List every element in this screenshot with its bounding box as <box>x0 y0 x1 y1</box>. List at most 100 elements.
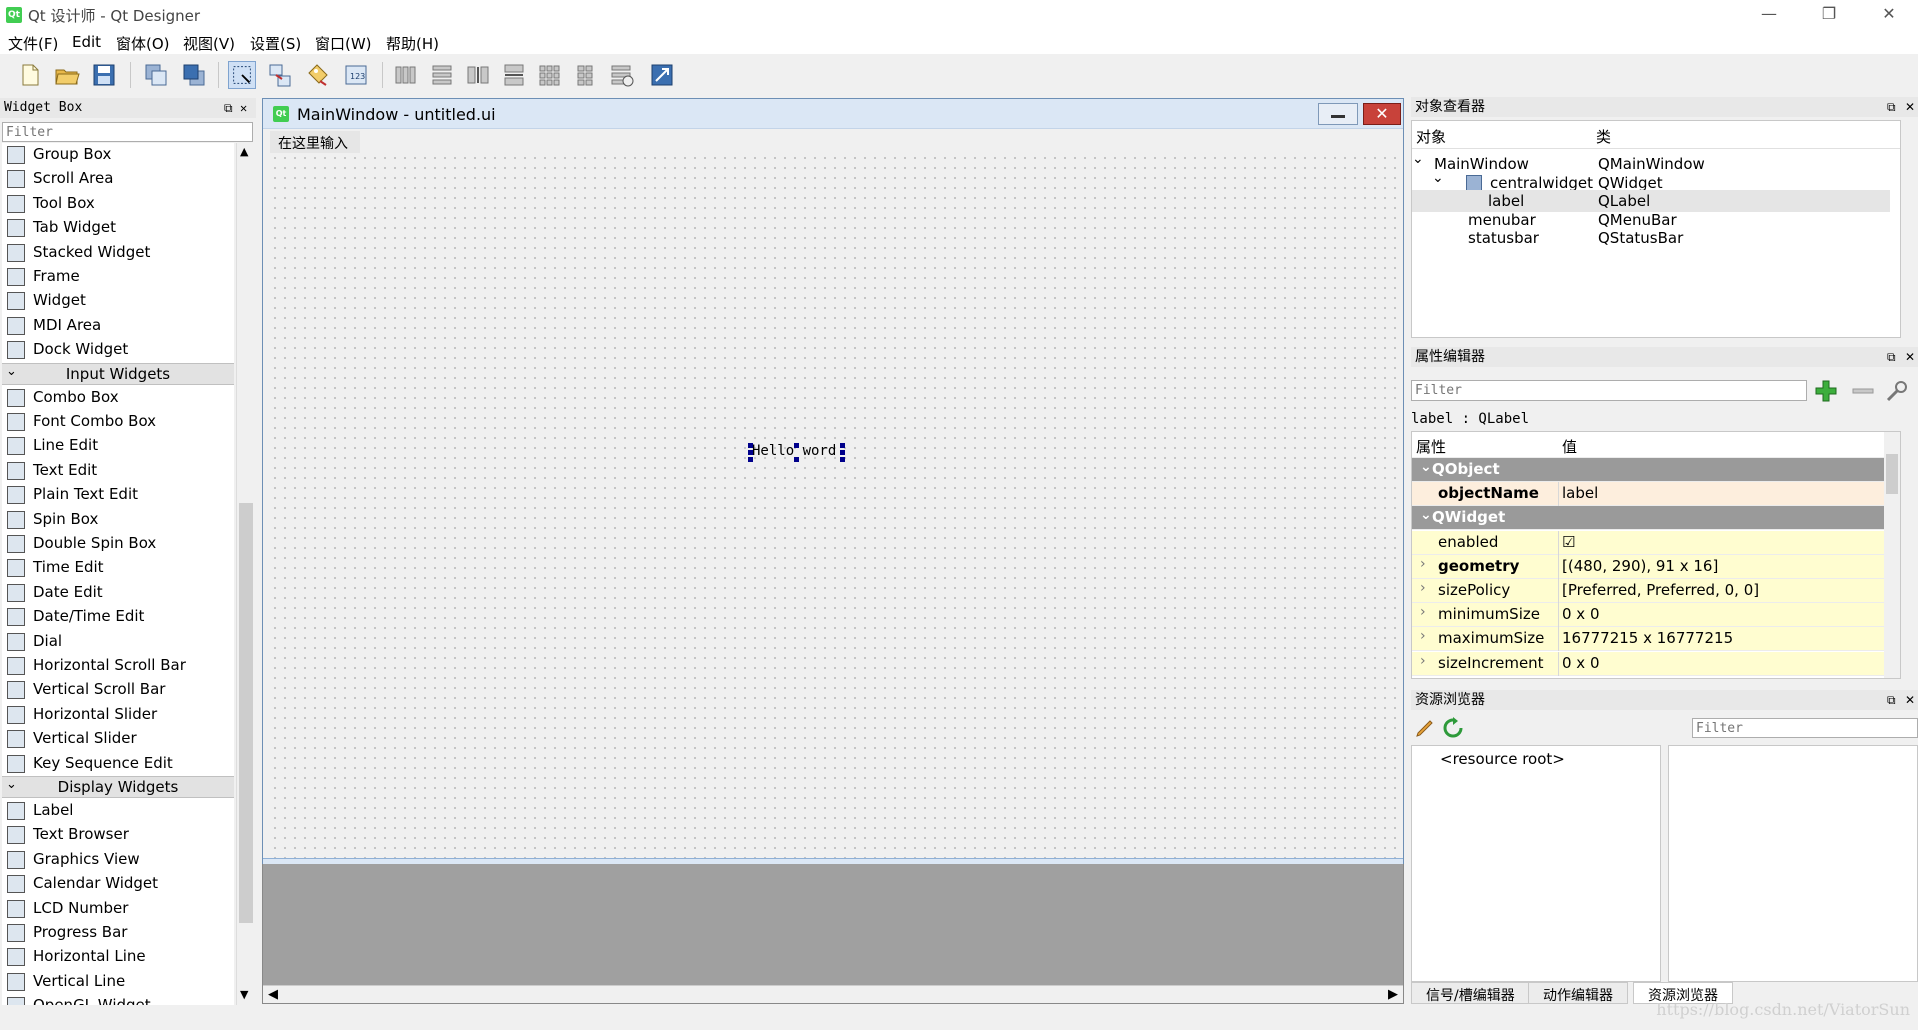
edit-widgets-icon[interactable] <box>228 61 256 89</box>
selection-handle[interactable] <box>840 450 845 455</box>
close-icon[interactable]: ✕ <box>1905 97 1915 117</box>
selection-handle[interactable] <box>748 450 753 455</box>
widget-category[interactable]: ⌄ Input Widgets <box>2 362 234 385</box>
widget-item[interactable]: LCD Number <box>2 897 234 921</box>
menu-file[interactable]: 文件(F) <box>8 33 58 54</box>
resource-root-item[interactable]: <resource root> <box>1440 750 1565 768</box>
chevron-right-icon[interactable]: › <box>1420 653 1426 669</box>
property-row[interactable]: › sizeIncrement 0 x 0 <box>1412 651 1900 676</box>
chevron-right-icon[interactable]: › <box>1420 580 1426 596</box>
scroll-thumb[interactable] <box>239 503 253 923</box>
form-menu-placeholder[interactable]: 在这里输入 <box>270 131 360 153</box>
property-row[interactable]: › sizePolicy [Preferred, Preferred, 0, 0] <box>1412 579 1900 603</box>
widget-item[interactable]: Time Edit <box>2 556 234 580</box>
property-row[interactable]: objectName label <box>1412 482 1900 507</box>
widget-item[interactable]: Label <box>2 799 234 823</box>
menu-form[interactable]: 窗体(O) <box>116 33 170 54</box>
widget-item[interactable]: OpenGL Widget <box>2 994 234 1005</box>
float-icon[interactable]: ⧉ <box>1887 347 1896 367</box>
widget-item[interactable]: Calendar Widget <box>2 872 234 896</box>
menu-settings[interactable]: 设置(S) <box>250 33 301 54</box>
chevron-down-icon[interactable]: ⌄ <box>1412 151 1424 167</box>
widget-box-scrollbar[interactable]: ▲ ▼ <box>236 143 254 1005</box>
widget-item[interactable]: Widget <box>2 289 234 313</box>
widget-item[interactable]: Tab Widget <box>2 216 234 240</box>
widget-item[interactable]: Horizontal Slider <box>2 703 234 727</box>
mdi-horizontal-scrollbar[interactable]: ◀ ▶ <box>263 985 1403 1003</box>
widget-item[interactable]: Spin Box <box>2 508 234 532</box>
scroll-down-icon[interactable]: ▼ <box>240 988 248 1001</box>
menu-help[interactable]: 帮助(H) <box>386 33 439 54</box>
layout-h-splitter-icon[interactable] <box>464 61 492 89</box>
selection-handle[interactable] <box>748 443 753 448</box>
property-row[interactable]: › maximumSize 16777215 x 16777215 <box>1412 627 1900 652</box>
layout-vertical-icon[interactable] <box>428 61 456 89</box>
maximize-button[interactable]: ❐ <box>1800 0 1858 30</box>
widget-box-filter-input[interactable] <box>2 122 253 142</box>
edit-buddies-icon[interactable] <box>304 61 332 89</box>
float-icon[interactable]: ⧉ <box>1887 97 1896 117</box>
chevron-down-icon[interactable]: ⌄ <box>1420 507 1432 523</box>
scroll-left-icon[interactable]: ◀ <box>268 987 278 1002</box>
layout-grid-icon[interactable] <box>536 61 564 89</box>
tab-signal-slot-editor[interactable]: 信号/槽编辑器 <box>1411 982 1530 1004</box>
widget-item[interactable]: Stacked Widget <box>2 241 234 265</box>
widget-item[interactable]: Progress Bar <box>2 921 234 945</box>
save-icon[interactable] <box>90 61 118 89</box>
widget-item[interactable]: Vertical Scroll Bar <box>2 678 234 702</box>
chevron-right-icon[interactable]: › <box>1420 556 1426 572</box>
chevron-right-icon[interactable]: › <box>1420 628 1426 644</box>
widget-item[interactable]: Graphics View <box>2 848 234 872</box>
widget-item[interactable]: MDI Area <box>2 314 234 338</box>
break-layout-icon[interactable] <box>608 61 636 89</box>
widget-item[interactable]: Date Edit <box>2 581 234 605</box>
edit-resources-pencil-icon[interactable] <box>1413 716 1437 740</box>
widget-item[interactable]: Text Edit <box>2 459 234 483</box>
add-dynamic-property-icon[interactable] <box>1813 378 1839 404</box>
widget-item[interactable]: Scroll Area <box>2 167 234 191</box>
widget-item[interactable]: Text Browser <box>2 823 234 847</box>
selection-handle[interactable] <box>748 457 753 462</box>
widget-item[interactable]: Horizontal Line <box>2 945 234 969</box>
configure-wrench-icon[interactable] <box>1884 378 1910 404</box>
menu-window[interactable]: 窗口(W) <box>315 33 372 54</box>
chevron-down-icon[interactable]: ⌄ <box>1420 459 1432 475</box>
widget-item[interactable]: Horizontal Scroll Bar <box>2 654 234 678</box>
layout-horizontal-icon[interactable] <box>392 61 420 89</box>
property-value[interactable]: [Preferred, Preferred, 0, 0] <box>1562 581 1759 599</box>
new-file-icon[interactable] <box>16 61 44 89</box>
widget-item[interactable]: Vertical Line <box>2 970 234 994</box>
form-close-button[interactable]: ✕ <box>1363 103 1401 125</box>
menu-view[interactable]: 视图(V) <box>183 33 235 54</box>
close-icon[interactable]: ✕ <box>1905 347 1915 367</box>
resource-filter-input[interactable] <box>1692 718 1918 738</box>
chevron-down-icon[interactable]: ⌄ <box>1432 170 1444 186</box>
widget-item[interactable]: Dock Widget <box>2 338 234 362</box>
minimize-button[interactable]: — <box>1740 0 1798 30</box>
edit-tab-order-icon[interactable]: 123 <box>342 61 370 89</box>
form-canvas[interactable] <box>270 153 1402 858</box>
property-group[interactable]: ⌄ QObject <box>1412 458 1900 482</box>
widget-item[interactable]: Line Edit <box>2 434 234 458</box>
widget-item[interactable]: Font Combo Box <box>2 410 234 434</box>
scroll-thumb[interactable] <box>1886 454 1898 494</box>
property-value[interactable]: 0 x 0 <box>1562 654 1600 672</box>
open-folder-icon[interactable] <box>53 61 81 89</box>
property-row[interactable]: › geometry [(480, 290), 91 x 16] <box>1412 554 1900 579</box>
widget-item[interactable]: Group Box <box>2 143 234 167</box>
layout-form-icon[interactable] <box>572 61 600 89</box>
reload-icon[interactable] <box>1441 716 1465 740</box>
widget-category[interactable]: ⌄ Display Widgets <box>2 776 234 798</box>
widget-item[interactable]: Vertical Slider <box>2 727 234 751</box>
widget-item[interactable]: Dial <box>2 630 234 654</box>
property-value[interactable]: 0 x 0 <box>1562 605 1600 623</box>
property-value[interactable]: [(480, 290), 91 x 16] <box>1562 557 1718 575</box>
layout-v-splitter-icon[interactable] <box>500 61 528 89</box>
adjust-size-icon[interactable] <box>648 61 676 89</box>
chevron-right-icon[interactable]: › <box>1420 604 1426 620</box>
scroll-right-icon[interactable]: ▶ <box>1388 987 1398 1002</box>
menu-edit[interactable]: Edit <box>72 33 101 51</box>
close-icon[interactable]: ✕ <box>1905 690 1915 710</box>
property-scrollbar[interactable] <box>1884 432 1900 678</box>
property-group[interactable]: ⌄ QWidget <box>1412 506 1900 531</box>
